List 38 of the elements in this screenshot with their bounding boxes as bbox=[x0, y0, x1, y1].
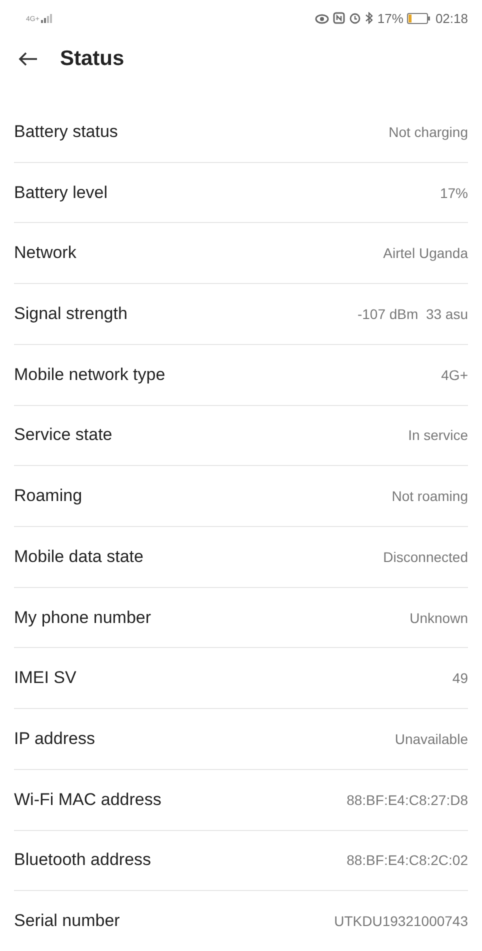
setting-value: Airtel Uganda bbox=[383, 245, 468, 262]
setting-value: Unknown bbox=[410, 610, 468, 626]
setting-label: Battery status bbox=[14, 122, 118, 142]
setting-value: 88:BF:E4:C8:2C:02 bbox=[346, 852, 468, 868]
battery-percentage: 17% bbox=[377, 10, 404, 26]
setting-value: 49 bbox=[452, 670, 468, 686]
setting-value: Disconnected bbox=[383, 548, 468, 565]
setting-label: Service state bbox=[14, 425, 112, 446]
setting-value: 4G+ bbox=[441, 366, 468, 383]
setting-label: IMEI SV bbox=[14, 668, 76, 688]
clock-time: 02:18 bbox=[435, 10, 468, 26]
setting-label: Signal strength bbox=[14, 304, 128, 324]
setting-label: Bluetooth address bbox=[14, 850, 152, 870]
alarm-icon bbox=[349, 12, 362, 24]
setting-value: 88:BF:E4:C8:27:D8 bbox=[346, 792, 468, 808]
setting-label: Wi-Fi MAC address bbox=[14, 790, 162, 810]
setting-value: UTKDU19321000743 bbox=[334, 913, 468, 930]
nfc-icon bbox=[333, 12, 346, 24]
setting-label: Mobile network type bbox=[14, 364, 166, 385]
back-arrow-icon[interactable] bbox=[18, 51, 38, 67]
setting-label: Serial number bbox=[14, 911, 120, 932]
setting-value: -107 dBm 33 asu bbox=[357, 306, 468, 322]
setting-label: IP address bbox=[14, 729, 95, 750]
setting-label: My phone number bbox=[14, 608, 152, 628]
setting-value: Unavailable bbox=[394, 731, 468, 748]
setting-value: Not charging bbox=[388, 124, 468, 140]
setting-label: Roaming bbox=[14, 486, 82, 506]
setting-label: Battery level bbox=[14, 182, 108, 203]
page-title: Status bbox=[60, 47, 124, 71]
bluetooth-icon bbox=[365, 12, 374, 24]
setting-label: Mobile data state bbox=[14, 546, 144, 567]
signal-icon bbox=[41, 14, 54, 22]
battery-icon bbox=[407, 12, 432, 24]
setting-value: In service bbox=[408, 427, 468, 444]
setting-value: 17% bbox=[440, 184, 468, 201]
setting-value: Not roaming bbox=[392, 488, 468, 504]
setting-label: Network bbox=[14, 243, 76, 264]
eye-icon bbox=[315, 12, 330, 24]
